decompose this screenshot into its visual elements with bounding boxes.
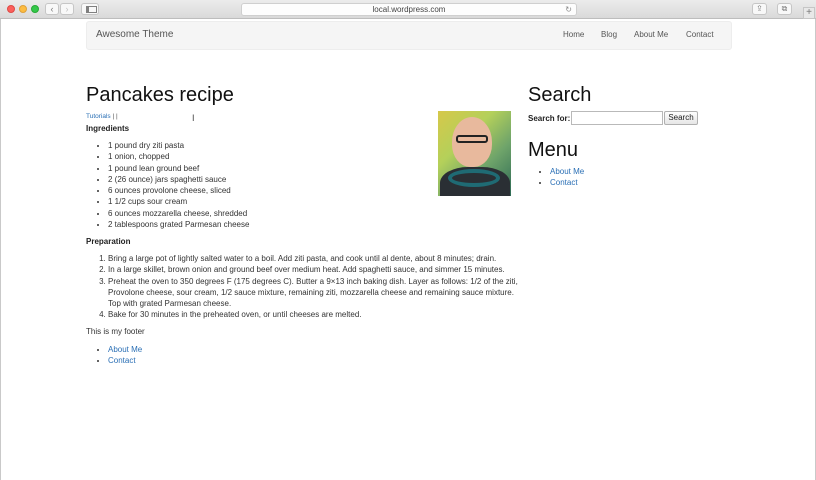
list-item: 1 onion, chopped bbox=[108, 151, 249, 162]
share-icon: ⇪ bbox=[756, 4, 763, 13]
nav-item-about-me[interactable]: About Me bbox=[634, 30, 668, 39]
list-item: Bake for 30 minutes in the preheated ove… bbox=[108, 309, 518, 320]
minimize-window-button[interactable] bbox=[19, 5, 27, 13]
chevron-right-icon: › bbox=[65, 4, 69, 14]
reload-icon[interactable]: ↻ bbox=[565, 4, 572, 15]
list-item: 1 pound dry ziti pasta bbox=[108, 140, 249, 151]
list-item: Contact bbox=[108, 355, 142, 366]
site-navbar: Awesome Theme Home Blog About Me Contact bbox=[86, 21, 732, 50]
search-button[interactable]: Search bbox=[664, 111, 698, 125]
meta-separator: | | bbox=[112, 113, 118, 120]
sidebar-toggle-button[interactable] bbox=[81, 3, 99, 15]
list-item: About Me bbox=[108, 344, 142, 355]
forward-button[interactable]: › bbox=[60, 3, 74, 15]
search-input[interactable] bbox=[571, 111, 663, 125]
list-item: 2 tablespoons grated Parmesan cheese bbox=[108, 219, 249, 230]
preparation-steps: Bring a large pot of lightly salted wate… bbox=[108, 253, 518, 321]
search-label: Search for: bbox=[528, 114, 571, 123]
footer-link-about-me[interactable]: About Me bbox=[108, 345, 142, 354]
list-item: 6 ounces provolone cheese, sliced bbox=[108, 185, 249, 196]
nav-item-contact[interactable]: Contact bbox=[686, 30, 714, 39]
footer-links: About Me Contact bbox=[108, 344, 142, 367]
author-avatar bbox=[438, 111, 511, 196]
show-tabs-button[interactable]: ⧉ bbox=[777, 3, 792, 15]
site-brand[interactable]: Awesome Theme bbox=[96, 29, 173, 40]
list-item: 2 (26 ounce) jars spaghetti sauce bbox=[108, 174, 249, 185]
menu-widget-title: Menu bbox=[528, 139, 579, 161]
post-title: Pancakes recipe bbox=[86, 84, 234, 106]
close-window-button[interactable] bbox=[7, 5, 15, 13]
ingredients-list: 1 pound dry ziti pasta 1 onion, chopped … bbox=[108, 140, 249, 230]
list-item: In a large skillet, brown onion and grou… bbox=[108, 264, 518, 275]
list-item: Preheat the oven to 350 degrees F (175 d… bbox=[108, 276, 518, 310]
list-item: Bring a large pot of lightly salted wate… bbox=[108, 253, 518, 264]
tabs-icon: ⧉ bbox=[781, 4, 788, 13]
category-link[interactable]: Tutorials bbox=[86, 113, 111, 120]
menu-link-about-me[interactable]: About Me bbox=[550, 167, 584, 176]
nav-item-blog[interactable]: Blog bbox=[601, 30, 617, 39]
text-cursor-icon: I bbox=[192, 113, 195, 123]
browser-toolbar: ‹ › local.wordpress.com ↻ ⇪ ⧉ + bbox=[0, 0, 816, 19]
address-bar[interactable]: local.wordpress.com ↻ bbox=[241, 3, 577, 16]
menu-link-contact[interactable]: Contact bbox=[550, 178, 578, 187]
back-button[interactable]: ‹ bbox=[45, 3, 59, 15]
search-widget-title: Search bbox=[528, 84, 592, 106]
ingredients-heading: Ingredients bbox=[86, 124, 130, 133]
sidebar-menu: About Me Contact bbox=[550, 166, 584, 189]
nav-item-home[interactable]: Home bbox=[563, 30, 584, 39]
footer-link-contact[interactable]: Contact bbox=[108, 356, 136, 365]
preparation-heading: Preparation bbox=[86, 237, 131, 246]
list-item: 1 pound lean ground beef bbox=[108, 163, 249, 174]
plus-icon: + bbox=[806, 7, 812, 18]
zoom-window-button[interactable] bbox=[31, 5, 39, 13]
address-text: local.wordpress.com bbox=[372, 5, 446, 14]
post-meta: Tutorials | | bbox=[86, 113, 118, 120]
list-item: 1 1/2 cups sour cream bbox=[108, 196, 249, 207]
list-item: 6 ounces mozzarella cheese, shredded bbox=[108, 208, 249, 219]
list-item: Contact bbox=[550, 177, 584, 188]
new-tab-button[interactable]: + bbox=[803, 7, 815, 19]
chevron-left-icon: ‹ bbox=[50, 4, 54, 14]
list-item: About Me bbox=[550, 166, 584, 177]
footer-text: This is my footer bbox=[86, 327, 145, 336]
share-button[interactable]: ⇪ bbox=[752, 3, 767, 15]
